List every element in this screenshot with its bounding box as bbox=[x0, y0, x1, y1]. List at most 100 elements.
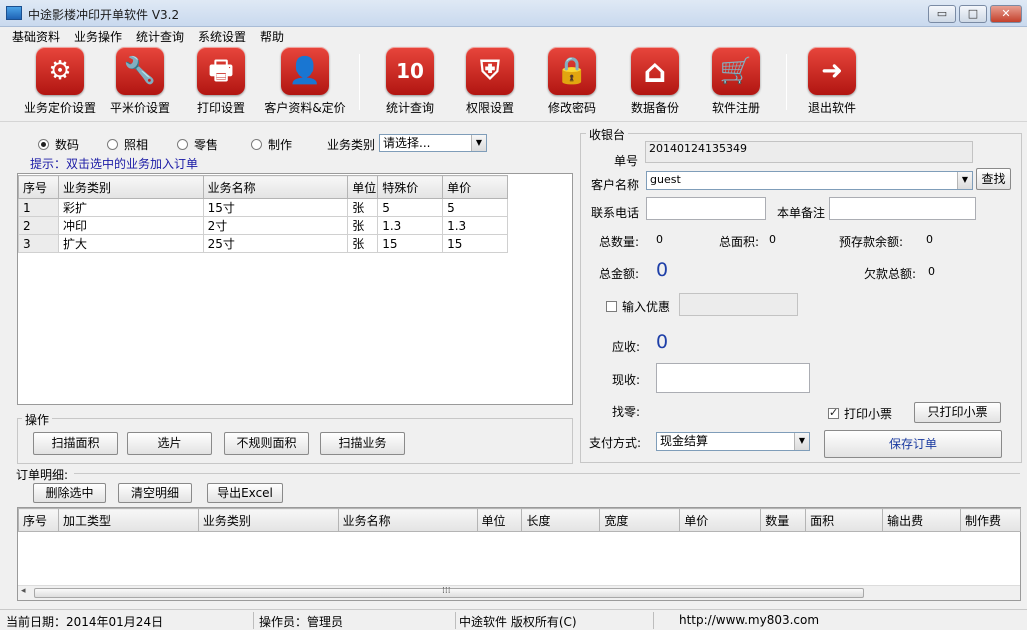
scroll-left-icon[interactable]: ◂ bbox=[21, 586, 26, 596]
window-title: 中途影楼冲印开单软件 V3.2 bbox=[28, 8, 180, 22]
shield-icon: ⛨ bbox=[466, 47, 514, 95]
received-field[interactable] bbox=[656, 363, 810, 393]
maximize-button[interactable]: □ bbox=[959, 5, 987, 23]
tool-label: 软件注册 bbox=[711, 101, 760, 115]
pay-method-value: 现金结算 bbox=[660, 434, 709, 448]
close-button[interactable]: ✕ bbox=[990, 5, 1022, 23]
gear-icon: ⚙ bbox=[36, 47, 84, 95]
radio-dot bbox=[107, 139, 118, 150]
col-header[interactable]: 单价 bbox=[679, 508, 762, 532]
scrollbar-thumb[interactable]: ⁞⁞⁞ bbox=[34, 586, 864, 598]
table-row[interactable]: 2 冲印 2寸 张 1.3 1.3 bbox=[18, 216, 508, 235]
status-divider bbox=[455, 612, 456, 629]
col-header[interactable]: 单位 bbox=[347, 175, 379, 199]
business-table: 序号 业务类别 业务名称 单位 特殊价 单价 1 彩扩 15寸 张 5 5 2 … bbox=[18, 175, 508, 253]
cell: 25寸 bbox=[202, 234, 349, 253]
search-customer-button[interactable]: 查找 bbox=[976, 168, 1011, 190]
tool-exit[interactable]: ➜ 退出软件 bbox=[782, 47, 882, 116]
owed-label: 欠款总额: bbox=[864, 267, 917, 281]
horizontal-scrollbar[interactable]: ◂ ⁞⁞⁞ bbox=[18, 585, 1020, 600]
tool-customer-pricing[interactable]: 👤 客户资料&定价 bbox=[255, 47, 355, 116]
exit-arrow-icon: ➜ bbox=[808, 47, 856, 95]
menu-system-settings[interactable]: 系统设置 bbox=[198, 28, 246, 45]
receivable-value: 0 bbox=[656, 331, 669, 353]
pay-method-select[interactable]: 现金结算 ▼ bbox=[656, 432, 810, 451]
received-label: 现收: bbox=[612, 373, 641, 387]
divider bbox=[74, 473, 1020, 474]
wrench-icon: 🔧 bbox=[116, 47, 164, 95]
col-header[interactable]: 单价 bbox=[442, 175, 508, 199]
col-header[interactable]: 数量 bbox=[760, 508, 807, 532]
col-header[interactable]: 业务类别 bbox=[57, 175, 204, 199]
menu-statistics[interactable]: 统计查询 bbox=[136, 28, 184, 45]
col-header[interactable]: 序号 bbox=[18, 175, 59, 199]
status-divider bbox=[653, 612, 654, 629]
col-header[interactable]: 业务名称 bbox=[202, 175, 349, 199]
order-detail-table: 序号 加工类型 业务类别 业务名称 单位 长度 宽度 单价 数量 面积 输出费 … bbox=[18, 508, 1022, 532]
export-excel-button[interactable]: 导出Excel bbox=[207, 483, 283, 503]
scan-business-button[interactable]: 扫描业务 bbox=[320, 432, 405, 455]
operations-legend: 操作 bbox=[22, 411, 53, 428]
clear-detail-button[interactable]: 清空明细 bbox=[118, 483, 192, 503]
status-copyright: 中途软件 版权所有(C) bbox=[459, 615, 577, 629]
order-no-field: 20140124135349 bbox=[645, 141, 973, 163]
cart-icon: 🛒 bbox=[712, 47, 760, 95]
col-header[interactable]: 制作费 bbox=[959, 508, 1022, 532]
cell: 5 bbox=[377, 198, 444, 217]
table-header-row: 序号 业务类别 业务名称 单位 特殊价 单价 bbox=[18, 175, 508, 199]
print-ticket-checkbox[interactable]: 打印小票 bbox=[828, 405, 892, 422]
cell: 扩大 bbox=[57, 234, 204, 253]
col-header[interactable]: 长度 bbox=[521, 508, 601, 532]
cashier-legend: 收银台 bbox=[586, 126, 629, 143]
menu-basic-data[interactable]: 基础资料 bbox=[12, 28, 60, 45]
prepay-label: 预存款余额: bbox=[839, 235, 904, 249]
radio-label: 照相 bbox=[124, 138, 149, 152]
col-header[interactable]: 序号 bbox=[18, 508, 59, 532]
cell: 15寸 bbox=[202, 198, 349, 217]
table-row[interactable]: 1 彩扩 15寸 张 5 5 bbox=[18, 198, 508, 217]
tool-registration[interactable]: 🛒 软件注册 bbox=[686, 47, 786, 116]
lock-icon: 🔒 bbox=[548, 47, 596, 95]
phone-field[interactable] bbox=[646, 197, 766, 220]
home-icon: ⌂ bbox=[631, 47, 679, 95]
cell: 1.3 bbox=[442, 216, 508, 235]
remark-field[interactable] bbox=[829, 197, 976, 220]
scan-area-button[interactable]: 扫描面积 bbox=[33, 432, 118, 455]
tool-label: 退出软件 bbox=[807, 101, 856, 115]
category-select[interactable]: 请选择... ▼ bbox=[379, 134, 487, 152]
radio-production[interactable]: 制作 bbox=[251, 136, 292, 153]
cell: 1 bbox=[18, 198, 59, 217]
select-photos-button[interactable]: 选片 bbox=[127, 432, 212, 455]
minimize-button[interactable]: ▭ bbox=[928, 5, 956, 23]
printer-icon: 🖶 bbox=[197, 47, 245, 95]
change-label: 找零: bbox=[612, 405, 641, 419]
menu-help[interactable]: 帮助 bbox=[260, 28, 284, 45]
menu-business-ops[interactable]: 业务操作 bbox=[74, 28, 122, 45]
col-header[interactable]: 业务类别 bbox=[197, 508, 339, 532]
radio-digital[interactable]: 数码 bbox=[38, 136, 79, 153]
radio-photo[interactable]: 照相 bbox=[107, 136, 148, 153]
phone-label: 联系电话 bbox=[591, 206, 640, 220]
col-header[interactable]: 加工类型 bbox=[57, 508, 199, 532]
table-row[interactable]: 3 扩大 25寸 张 15 15 bbox=[18, 234, 508, 253]
toolbar: ⚙ 业务定价设置 🔧 平米价设置 🖶 打印设置 👤 客户资料&定价 10 统计查… bbox=[0, 44, 1027, 122]
status-url[interactable]: http://www.my803.com bbox=[679, 613, 819, 627]
delete-selected-button[interactable]: 删除选中 bbox=[33, 483, 106, 503]
app-icon bbox=[6, 6, 22, 20]
save-order-button[interactable]: 保存订单 bbox=[824, 430, 1002, 458]
col-header[interactable]: 输出费 bbox=[882, 508, 961, 532]
radio-retail[interactable]: 零售 bbox=[177, 136, 218, 153]
col-header[interactable]: 特殊价 bbox=[377, 175, 444, 199]
cell: 张 bbox=[347, 216, 379, 235]
chevron-down-icon: ▼ bbox=[471, 135, 486, 151]
col-header[interactable]: 宽度 bbox=[599, 508, 681, 532]
customer-select[interactable]: guest ▼ bbox=[646, 171, 973, 190]
col-header[interactable]: 业务名称 bbox=[337, 508, 478, 532]
checkbox-box bbox=[828, 406, 839, 419]
col-header[interactable]: 面积 bbox=[805, 508, 884, 532]
irregular-area-button[interactable]: 不规则面积 bbox=[224, 432, 309, 455]
discount-checkbox[interactable]: 输入优惠 bbox=[606, 298, 670, 315]
print-only-ticket-button[interactable]: 只打印小票 bbox=[914, 402, 1001, 423]
col-header[interactable]: 单位 bbox=[476, 508, 523, 532]
cell: 2 bbox=[18, 216, 59, 235]
